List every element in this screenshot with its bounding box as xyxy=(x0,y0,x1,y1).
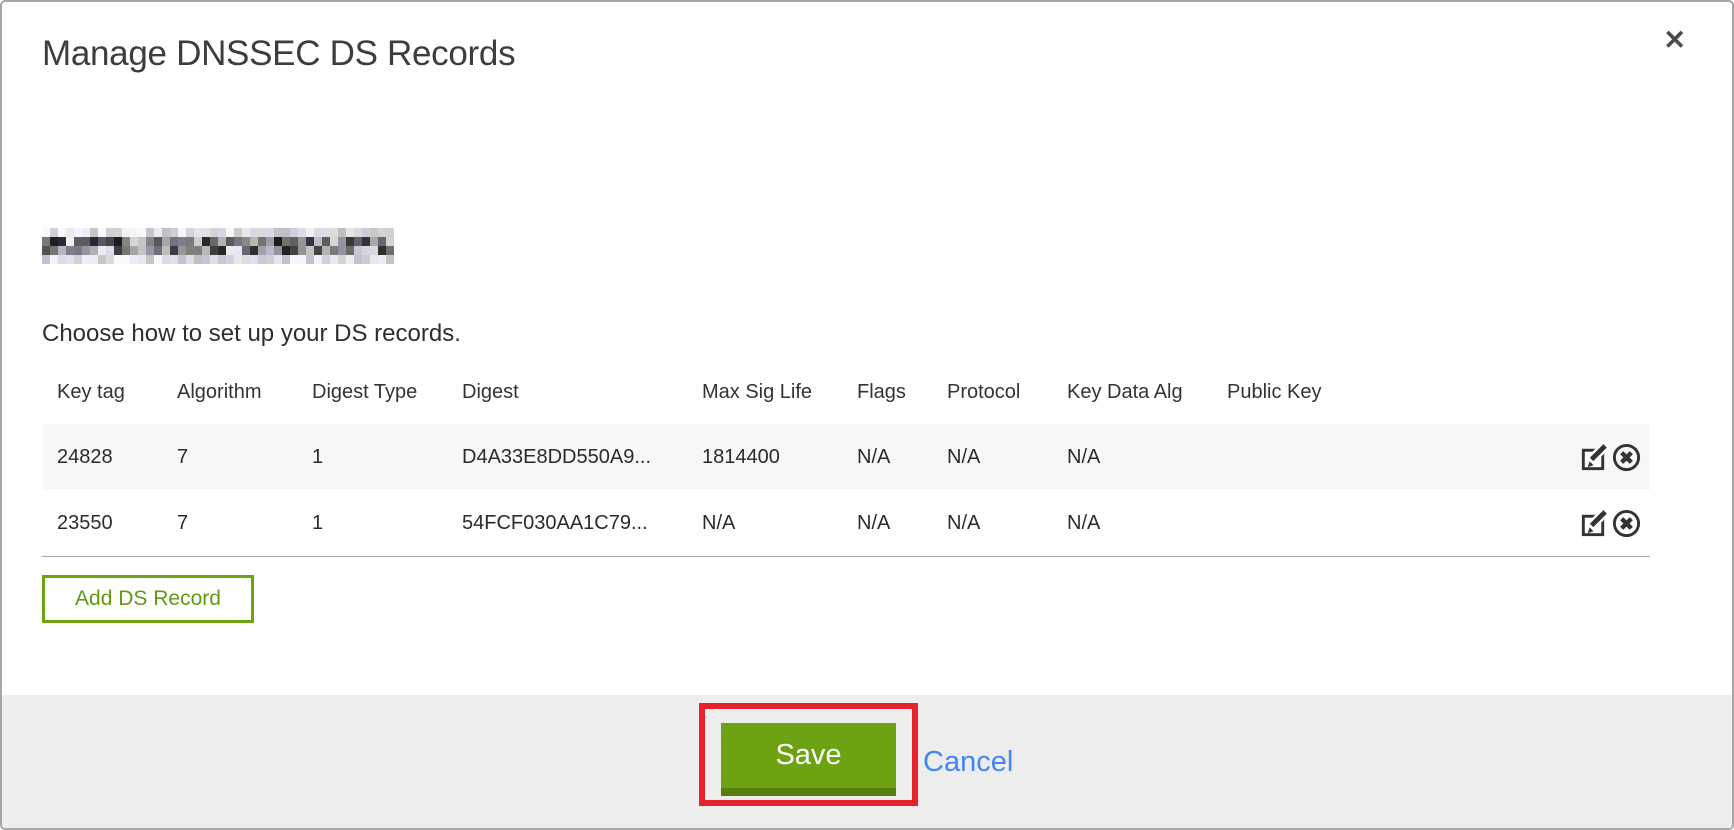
table-row: 24828 7 1 D4A33E8DD550A9... 1814400 N/A … xyxy=(42,424,1650,490)
col-header-public-key: Public Key xyxy=(1212,381,1570,404)
add-ds-record-button[interactable]: Add DS Record xyxy=(42,575,254,623)
delete-record-button[interactable] xyxy=(1611,442,1642,473)
cell-max-sig-life: N/A xyxy=(687,512,842,535)
edit-icon xyxy=(1578,461,1609,473)
edit-record-button[interactable] xyxy=(1578,442,1609,473)
page-title: Manage DNSSEC DS Records xyxy=(42,34,515,74)
col-header-flags: Flags xyxy=(842,381,932,404)
edit-icon xyxy=(1578,527,1609,539)
close-icon[interactable]: ✕ xyxy=(1657,26,1692,55)
cell-protocol: N/A xyxy=(932,512,1052,535)
ds-records-table: Key tag Algorithm Digest Type Digest Max… xyxy=(42,360,1650,557)
edit-record-button[interactable] xyxy=(1578,508,1609,539)
col-header-max-sig-life: Max Sig Life xyxy=(687,381,842,404)
cell-digest: D4A33E8DD550A9... xyxy=(447,446,687,469)
col-header-key-data-alg: Key Data Alg xyxy=(1052,381,1212,404)
cell-algorithm: 7 xyxy=(162,446,297,469)
cell-digest-type: 1 xyxy=(297,446,447,469)
cell-key-data-alg: N/A xyxy=(1052,446,1212,469)
cell-protocol: N/A xyxy=(932,446,1052,469)
delete-record-button[interactable] xyxy=(1611,508,1642,539)
col-header-key-tag: Key tag xyxy=(42,381,162,404)
cell-key-tag: 23550 xyxy=(42,512,162,535)
cell-flags: N/A xyxy=(842,512,932,535)
col-header-digest: Digest xyxy=(447,381,687,404)
col-header-algorithm: Algorithm xyxy=(162,381,297,404)
cell-digest: 54FCF030AA1C79... xyxy=(447,512,687,535)
cell-max-sig-life: 1814400 xyxy=(687,446,842,469)
cell-flags: N/A xyxy=(842,446,932,469)
cell-key-data-alg: N/A xyxy=(1052,512,1212,535)
cell-key-tag: 24828 xyxy=(42,446,162,469)
save-highlight-box: Save xyxy=(699,703,918,806)
dnssec-dialog: Manage DNSSEC DS Records ✕ Choose how to… xyxy=(0,0,1734,830)
col-header-protocol: Protocol xyxy=(932,381,1052,404)
instruction-text: Choose how to set up your DS records. xyxy=(42,320,461,348)
table-row: 23550 7 1 54FCF030AA1C79... N/A N/A N/A … xyxy=(42,490,1650,556)
table-header-row: Key tag Algorithm Digest Type Digest Max… xyxy=(42,360,1650,424)
delete-icon xyxy=(1611,527,1642,539)
delete-icon xyxy=(1611,461,1642,473)
cell-algorithm: 7 xyxy=(162,512,297,535)
save-button[interactable]: Save xyxy=(721,723,896,796)
redacted-domain-name xyxy=(42,228,394,264)
col-header-digest-type: Digest Type xyxy=(297,381,447,404)
cancel-link[interactable]: Cancel xyxy=(923,746,1013,779)
cell-digest-type: 1 xyxy=(297,512,447,535)
